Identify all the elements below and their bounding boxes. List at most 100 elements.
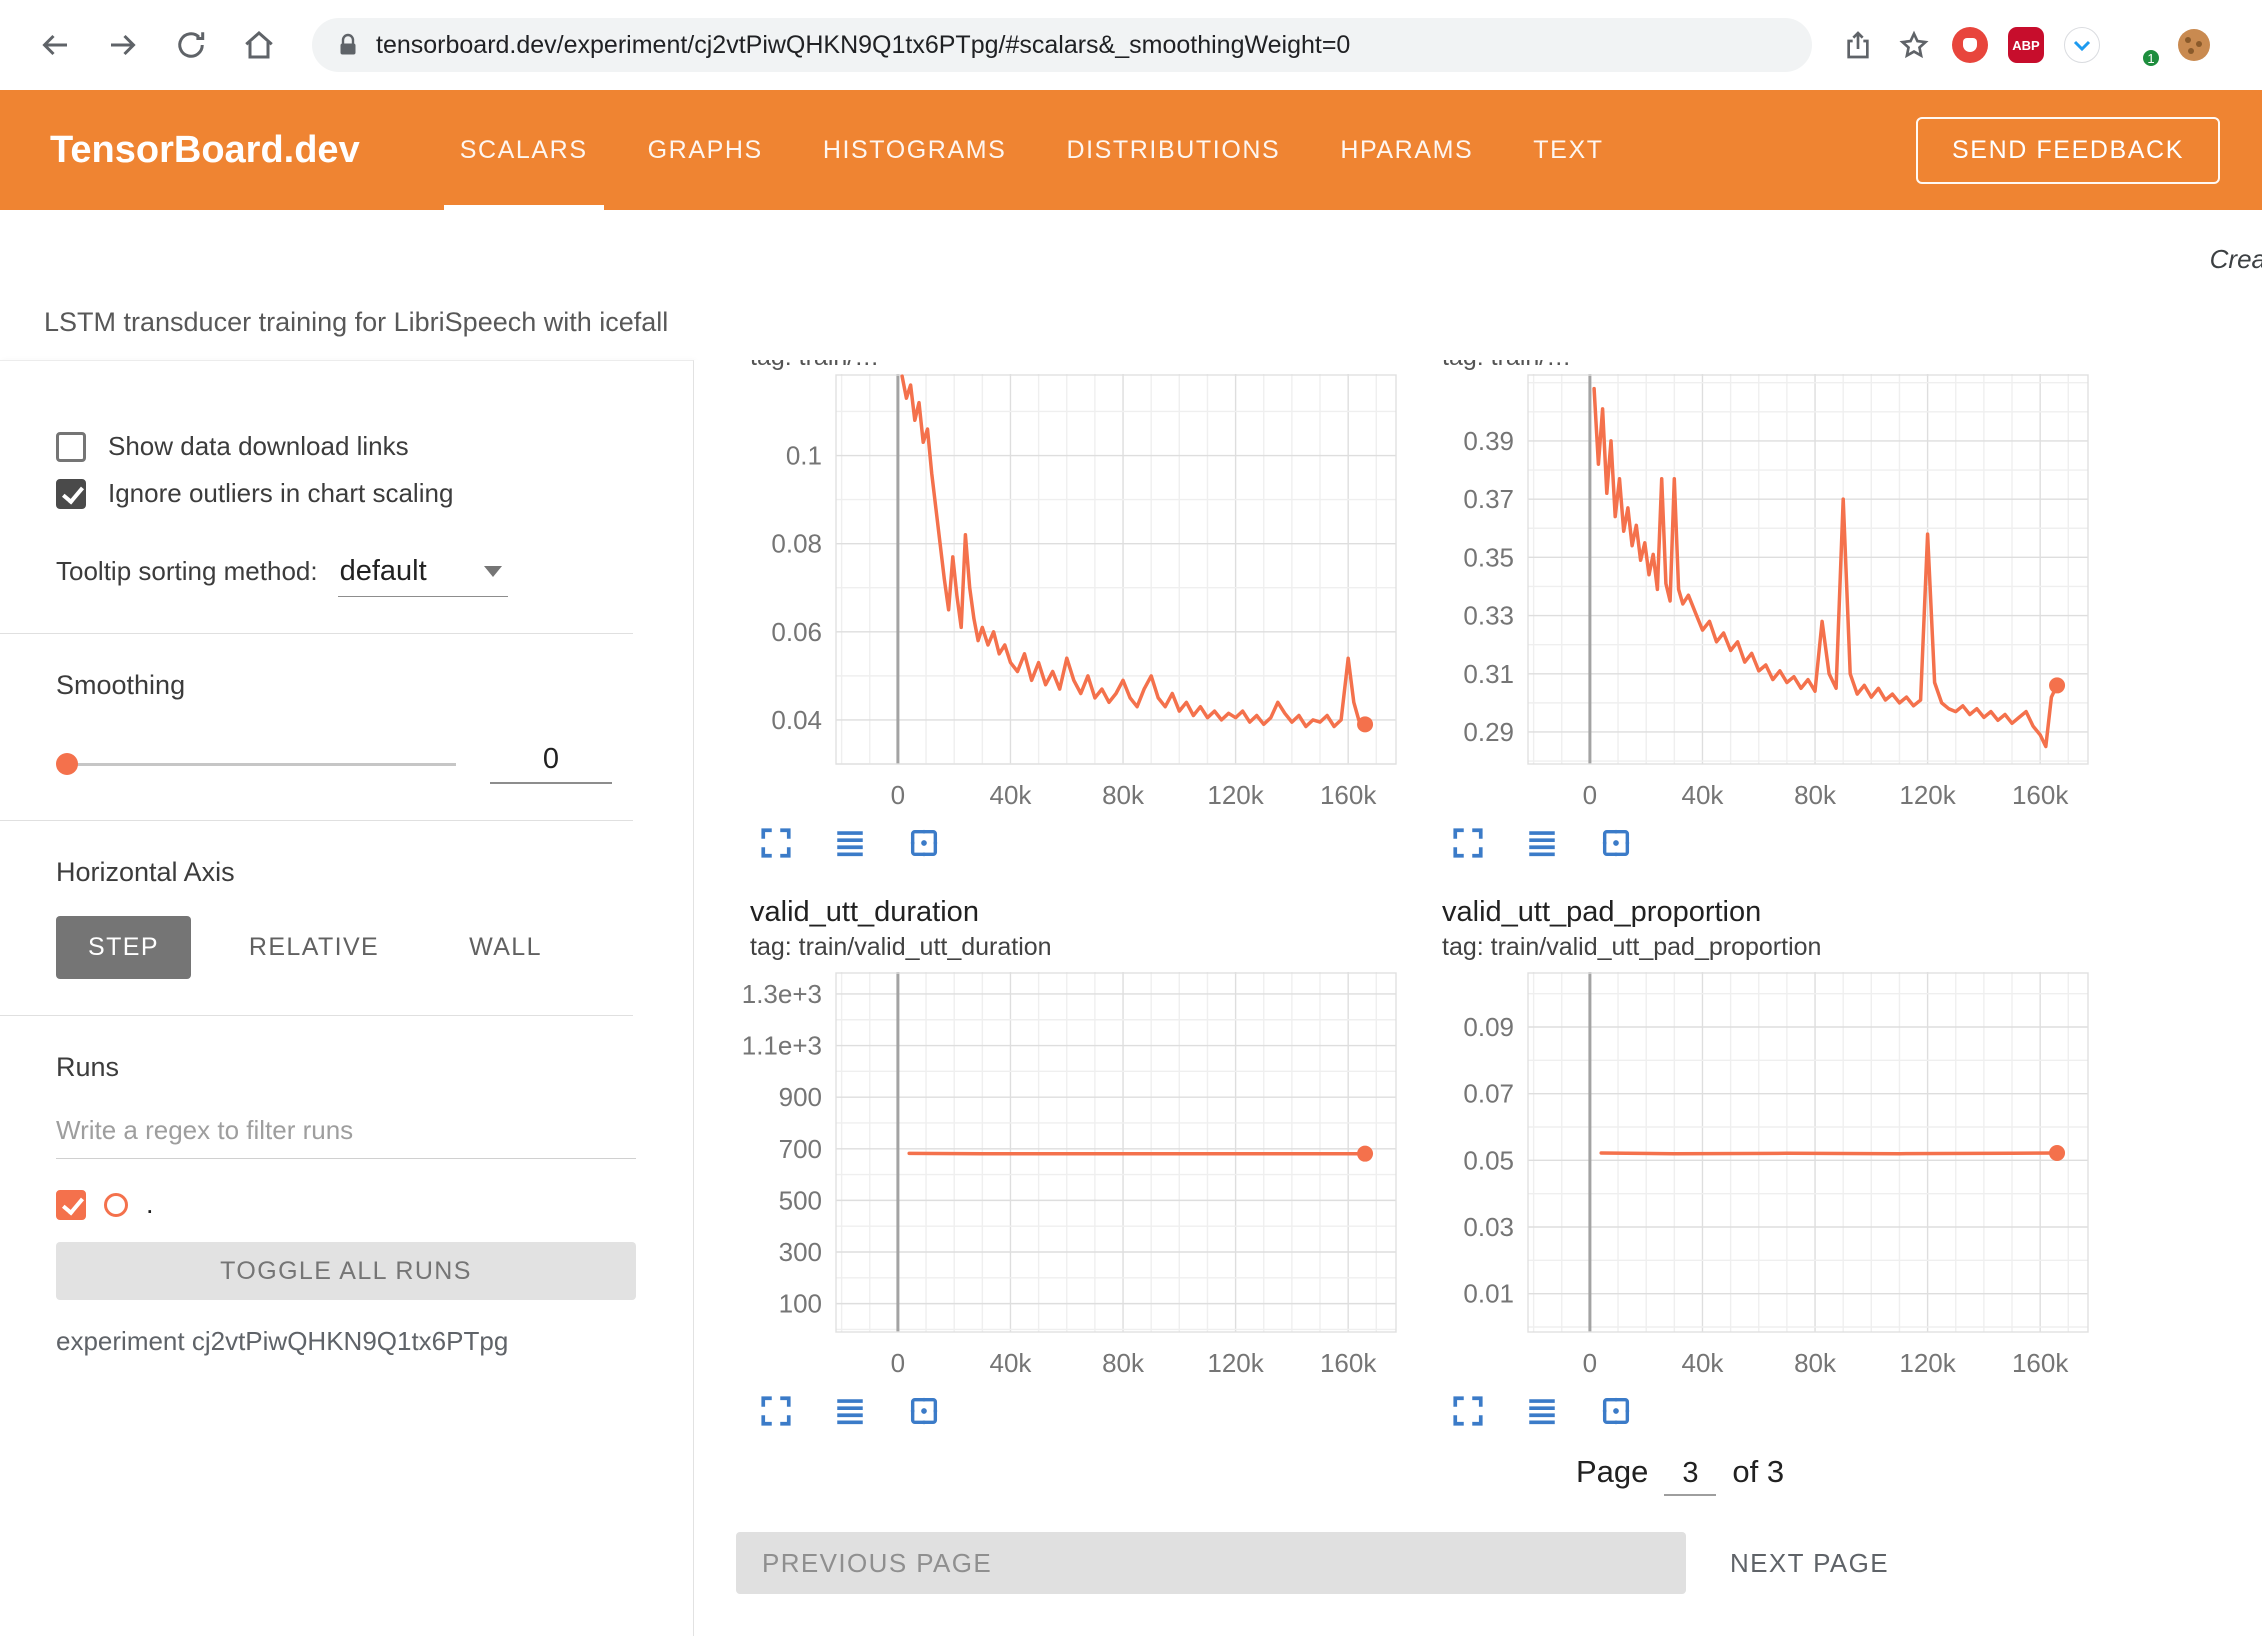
tab-graphs[interactable]: GRAPHS: [618, 90, 793, 210]
back-icon: [37, 27, 73, 63]
runs-label: Runs: [0, 1052, 693, 1083]
chart-toolbar: [754, 1390, 1412, 1434]
svg-text:0: 0: [891, 1348, 905, 1378]
divider: [0, 1015, 633, 1016]
run-data-button[interactable]: [1520, 822, 1564, 866]
axis-step-button[interactable]: STEP: [56, 916, 191, 979]
abp-extension-icon[interactable]: ABP: [2006, 25, 2046, 65]
refresh-button[interactable]: [162, 16, 220, 74]
chart-title: valid_utt_pad_proportion: [1442, 896, 2104, 929]
svg-text:160k: 160k: [2012, 780, 2069, 810]
fit-domain-button[interactable]: [1594, 1390, 1638, 1434]
scalar-line-chart[interactable]: 1003005007009001.1e+31.3e+3040k80k120k16…: [736, 972, 1412, 1382]
run-checkbox[interactable]: [56, 1190, 86, 1220]
svg-text:160k: 160k: [1320, 780, 1377, 810]
cookie-icon: [2176, 27, 2212, 63]
tab-text[interactable]: TEXT: [1503, 90, 1633, 210]
svg-text:40k: 40k: [990, 1348, 1033, 1378]
run-row: .: [0, 1189, 693, 1220]
charts-grid: tag: train/… 0.040.060.080.1040k80k120k1…: [736, 360, 2262, 1434]
svg-text:300: 300: [779, 1237, 822, 1267]
tooltip-sorting-row: Tooltip sorting method: default: [0, 555, 693, 597]
svg-text:0: 0: [891, 780, 905, 810]
home-button[interactable]: [230, 16, 288, 74]
ignore-outliers-label: Ignore outliers in chart scaling: [108, 478, 453, 509]
svg-text:0.07: 0.07: [1463, 1079, 1514, 1109]
toggle-all-runs-button[interactable]: TOGGLE ALL RUNS: [56, 1242, 636, 1300]
svg-text:0.03: 0.03: [1463, 1212, 1514, 1242]
back-button[interactable]: [26, 16, 84, 74]
svg-text:80k: 80k: [1794, 1348, 1837, 1378]
fit-domain-button[interactable]: [902, 822, 946, 866]
slider-thumb[interactable]: [56, 753, 78, 775]
tab-hparams[interactable]: HPARAMS: [1310, 90, 1503, 210]
tab-distributions[interactable]: DISTRIBUTIONS: [1036, 90, 1310, 210]
chart-toolbar: [1446, 822, 2104, 866]
svg-text:0.08: 0.08: [771, 529, 822, 559]
nav-tabs: SCALARS GRAPHS HISTOGRAMS DISTRIBUTIONS …: [430, 90, 1634, 210]
cookie-extension-icon[interactable]: [2174, 25, 2214, 65]
expand-chart-button[interactable]: [1446, 1390, 1490, 1434]
tab-histograms[interactable]: HISTOGRAMS: [793, 90, 1037, 210]
forward-button[interactable]: [94, 16, 152, 74]
run-data-button[interactable]: [828, 822, 872, 866]
chart-toolbar: [1446, 1390, 2104, 1434]
run-data-button[interactable]: [828, 1390, 872, 1434]
axis-relative-button[interactable]: RELATIVE: [217, 916, 411, 979]
send-feedback-button[interactable]: SEND FEEDBACK: [1916, 117, 2220, 184]
ignore-outliers-checkbox[interactable]: [56, 479, 86, 509]
adblock-extension-icon[interactable]: [1950, 25, 1990, 65]
expand-chart-button[interactable]: [1446, 822, 1490, 866]
next-page-button[interactable]: NEXT PAGE: [1730, 1548, 1889, 1579]
page-number-input[interactable]: [1664, 1457, 1716, 1496]
browser-toolbar: tensorboard.dev/experiment/cj2vtPiwQHKN9…: [0, 0, 2262, 90]
tab-scalars[interactable]: SCALARS: [430, 90, 618, 210]
svg-text:1.1e+3: 1.1e+3: [742, 1031, 822, 1061]
page-total-label: of 3: [1732, 1454, 1784, 1490]
smoothing-slider-row: [0, 743, 693, 784]
svg-text:80k: 80k: [1102, 1348, 1145, 1378]
svg-text:160k: 160k: [2012, 1348, 2069, 1378]
generic-extension-icon[interactable]: [2062, 25, 2102, 65]
share-button[interactable]: [1838, 25, 1878, 65]
show-download-links-checkbox[interactable]: [56, 432, 86, 462]
tooltip-sorting-label: Tooltip sorting method:: [56, 556, 318, 587]
expand-chart-button[interactable]: [754, 1390, 798, 1434]
chrome-right-icons: ABP 1: [1838, 25, 2214, 65]
svg-text:40k: 40k: [1682, 1348, 1725, 1378]
axis-wall-button[interactable]: WALL: [437, 916, 574, 979]
fit-domain-button[interactable]: [1594, 822, 1638, 866]
profile-avatar-button[interactable]: 1: [2118, 25, 2158, 65]
expand-icon: [1451, 826, 1485, 860]
scalar-line-chart[interactable]: 0.290.310.330.350.370.39040k80k120k160k: [1428, 374, 2104, 814]
runs-filter-input[interactable]: [56, 1109, 636, 1159]
svg-text:160k: 160k: [1320, 1348, 1377, 1378]
page-navigation: PREVIOUS PAGE NEXT PAGE: [736, 1532, 2262, 1594]
scalar-line-chart[interactable]: 0.010.030.050.070.09040k80k120k160k: [1428, 972, 2104, 1382]
url-bar[interactable]: tensorboard.dev/experiment/cj2vtPiwQHKN9…: [312, 18, 1812, 72]
forward-icon: [105, 27, 141, 63]
expand-chart-button[interactable]: [754, 822, 798, 866]
data-lines-icon: [833, 1394, 867, 1428]
clipped-chart-header: tag: train/…: [1442, 360, 2104, 374]
svg-text:120k: 120k: [1899, 1348, 1956, 1378]
run-data-button[interactable]: [1520, 1390, 1564, 1434]
run-color-swatch[interactable]: [104, 1193, 128, 1217]
fit-domain-button[interactable]: [902, 1390, 946, 1434]
previous-page-button[interactable]: PREVIOUS PAGE: [736, 1532, 1686, 1594]
smoothing-value-input[interactable]: [490, 743, 612, 784]
chart-tag: tag: train/valid_utt_duration: [750, 933, 1412, 962]
svg-text:0.01: 0.01: [1463, 1279, 1514, 1309]
smoothing-slider[interactable]: [56, 752, 456, 776]
bookmark-button[interactable]: [1894, 25, 1934, 65]
fit-domain-icon: [907, 826, 941, 860]
scalar-line-chart[interactable]: 0.040.060.080.1040k80k120k160k: [736, 374, 1412, 814]
tooltip-sorting-dropdown[interactable]: default: [338, 555, 508, 597]
svg-text:0.39: 0.39: [1463, 426, 1514, 456]
svg-text:0.04: 0.04: [771, 705, 822, 735]
svg-text:0: 0: [1583, 1348, 1597, 1378]
experiment-name: experiment cj2vtPiwQHKN9Q1tx6PTpg: [0, 1326, 693, 1357]
slider-track: [58, 763, 456, 766]
lock-icon: [336, 32, 360, 58]
show-download-links-label: Show data download links: [108, 431, 409, 462]
